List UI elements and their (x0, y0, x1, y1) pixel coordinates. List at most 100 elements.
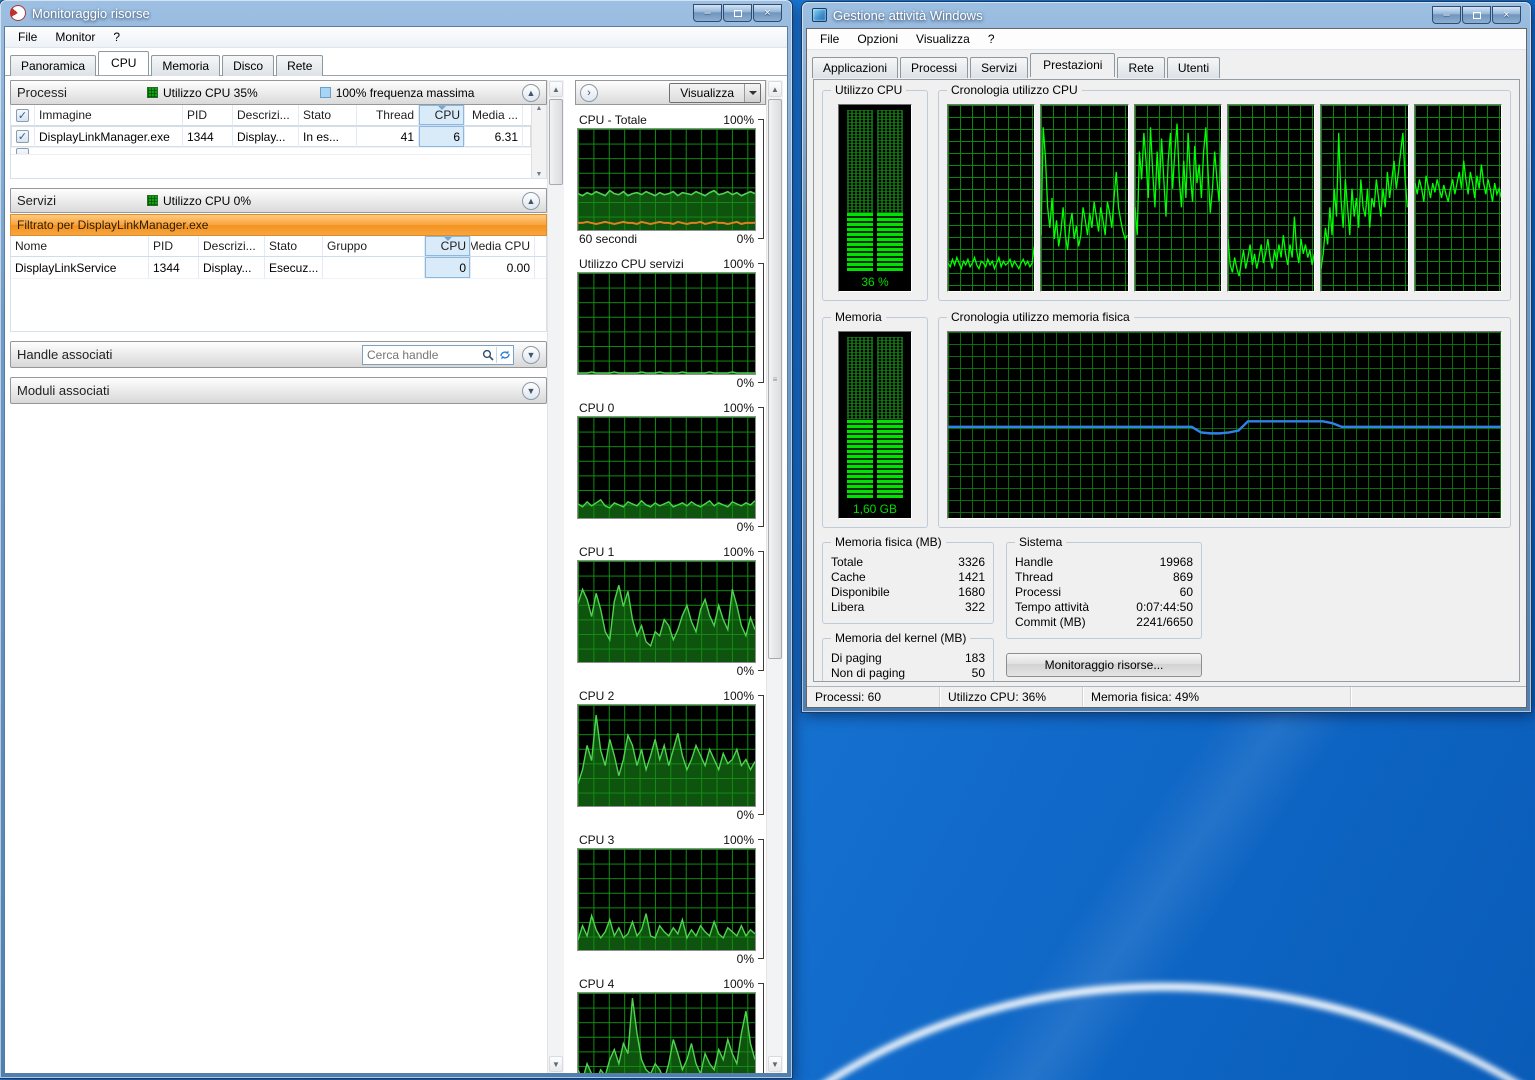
cpu-history-chart-6 (1415, 105, 1501, 291)
collapse-graphs-button[interactable]: › (580, 84, 598, 102)
sort-arrow-icon (444, 237, 452, 241)
col-descrizione[interactable]: Descrizi... (199, 236, 265, 256)
cpu-history-title: Cronologia utilizzo CPU (947, 83, 1082, 97)
tab-disco[interactable]: Disco (222, 55, 274, 76)
expand-handle-button[interactable]: ▼ (522, 346, 540, 364)
tab-applicazioni[interactable]: Applicazioni (812, 57, 898, 78)
service-row-displaylinkservice[interactable]: DisplayLinkService 1344 Display... Esecu… (11, 257, 546, 279)
sistema-title: Sistema (1015, 535, 1066, 549)
maximize-button[interactable] (723, 4, 752, 22)
graph-max-label: 100% (723, 833, 754, 847)
refresh-icon[interactable] (496, 347, 513, 363)
processi-table-header[interactable]: ✓ Immagine PID Descrizi... Stato Thread … (11, 105, 531, 126)
info-label: Handle (1015, 555, 1053, 570)
graph-min-label: 0% (737, 952, 754, 966)
col-media-cpu[interactable]: Media CPU (471, 236, 535, 256)
maximize-icon (734, 10, 742, 17)
servizi-cpu-legend-label: Utilizzo CPU 0% (163, 194, 251, 208)
rm-tabstrip: Panoramica CPU Memoria Disco Rete (5, 48, 787, 75)
col-thread[interactable]: Thread (357, 105, 419, 125)
tab-prestazioni[interactable]: Prestazioni (1030, 53, 1115, 77)
col-media-cpu[interactable]: Media ... (465, 105, 523, 125)
handle-search-input[interactable] (363, 348, 479, 362)
servizi-section-header[interactable]: Servizi Utilizzo CPU 0% ▲ (10, 188, 547, 213)
visualizza-button[interactable]: Visualizza (669, 83, 761, 103)
minimize-button[interactable]: – (1432, 6, 1461, 24)
menu-help[interactable]: ? (104, 28, 129, 46)
col-pid[interactable]: PID (149, 236, 199, 256)
moduli-associati-bar[interactable]: Moduli associati ▼ (10, 377, 547, 404)
menu-visualizza[interactable]: Visualizza (907, 30, 979, 48)
select-all-checkbox[interactable]: ✓ (16, 109, 29, 122)
search-icon[interactable] (479, 347, 496, 363)
rm-titlebar[interactable]: Monitoraggio risorse – × (4, 0, 788, 26)
tab-utenti[interactable]: Utenti (1167, 57, 1220, 78)
processi-section-header[interactable]: Processi Utilizzo CPU 35% 100% frequenza… (10, 80, 547, 105)
resize-grip[interactable] (1351, 687, 1526, 707)
filter-banner[interactable]: Filtrato per DisplayLinkManager.exe (10, 214, 547, 236)
monitoraggio-risorse-button[interactable]: Monitoraggio risorse... (1006, 653, 1202, 677)
cpu-history-chart-5 (1321, 105, 1407, 291)
tab-rete[interactable]: Rete (276, 55, 323, 76)
menu-file[interactable]: File (9, 28, 46, 46)
cpu-history-chart-2 (1041, 105, 1127, 291)
col-immagine[interactable]: Immagine (35, 105, 183, 125)
graph-axis-bracket (758, 407, 764, 527)
tm-titlebar[interactable]: Gestione attività Windows – × (806, 2, 1527, 28)
scrollbar-thumb[interactable] (549, 99, 563, 185)
menu-monitor[interactable]: Monitor (46, 28, 104, 46)
scroll-down-button[interactable]: ▼ (768, 1056, 782, 1072)
cpu4-chart (578, 993, 755, 1073)
info-row: Non di paging50 (831, 666, 985, 681)
processi-table-scrollbar[interactable]: ▲ ▼ (531, 105, 546, 178)
scroll-up-icon[interactable]: ▲ (536, 105, 543, 112)
col-cpu-sorted[interactable]: CPU (425, 236, 471, 256)
scroll-up-button[interactable]: ▲ (549, 81, 563, 97)
graphs-scrollbar[interactable]: ▲ ≡ ▼ (766, 80, 783, 1073)
expand-moduli-button[interactable]: ▼ (522, 382, 540, 400)
info-value: 50 (972, 666, 985, 681)
scroll-down-button[interactable]: ▼ (549, 1056, 563, 1072)
green-legend-icon (147, 195, 158, 206)
servizi-table-header[interactable]: Nome PID Descrizi... Stato Gruppo CPU Me… (11, 236, 546, 257)
col-gruppo[interactable]: Gruppo (323, 236, 425, 256)
main-pane-scrollbar[interactable]: ▲ ▼ (547, 80, 564, 1073)
collapse-processi-button[interactable]: ▲ (522, 84, 540, 102)
menu-file[interactable]: File (811, 30, 848, 48)
col-nome[interactable]: Nome (11, 236, 149, 256)
info-row: Handle19968 (1015, 555, 1193, 570)
col-cpu-sorted[interactable]: CPU (419, 105, 465, 125)
col-stato[interactable]: Stato (299, 105, 357, 125)
scrollbar-thumb[interactable]: ≡ (768, 99, 782, 659)
scroll-up-button[interactable]: ▲ (768, 81, 782, 97)
maximize-button[interactable] (1462, 6, 1491, 24)
graph-cpu3: CPU 3100% 0% (577, 831, 764, 966)
graph-min-label: 0% (737, 376, 754, 390)
tab-rete[interactable]: Rete (1117, 57, 1164, 78)
handle-associati-bar[interactable]: Handle associati ▼ (10, 341, 547, 368)
tab-processi[interactable]: Processi (900, 57, 968, 78)
cell-cpu: 6 (419, 126, 465, 147)
scroll-down-icon[interactable]: ▼ (536, 171, 543, 178)
col-stato[interactable]: Stato (265, 236, 323, 256)
process-row-displaylinkmanager[interactable]: ✓ DisplayLinkManager.exe 1344 Display...… (11, 126, 531, 148)
col-descrizione[interactable]: Descrizi... (233, 105, 299, 125)
handle-search-box (362, 345, 514, 365)
row-checkbox[interactable]: ✓ (16, 130, 29, 143)
minimize-button[interactable]: – (693, 4, 722, 22)
col-pid[interactable]: PID (183, 105, 233, 125)
info-value: 869 (1173, 570, 1193, 585)
info-label: Disponibile (831, 585, 890, 600)
close-button[interactable]: × (1492, 6, 1521, 24)
status-processi: Processi: 60 (807, 687, 940, 707)
collapse-servizi-button[interactable]: ▲ (522, 192, 540, 210)
visualizza-dropdown-arrow[interactable] (744, 84, 760, 102)
tab-panoramica[interactable]: Panoramica (10, 55, 96, 76)
menu-help[interactable]: ? (979, 30, 1004, 48)
menu-opzioni[interactable]: Opzioni (848, 30, 907, 48)
tab-servizi[interactable]: Servizi (970, 57, 1028, 78)
close-button[interactable]: × (753, 4, 782, 22)
tab-cpu[interactable]: CPU (98, 51, 149, 75)
info-row: Libera322 (831, 600, 985, 615)
tab-memoria[interactable]: Memoria (151, 55, 220, 76)
